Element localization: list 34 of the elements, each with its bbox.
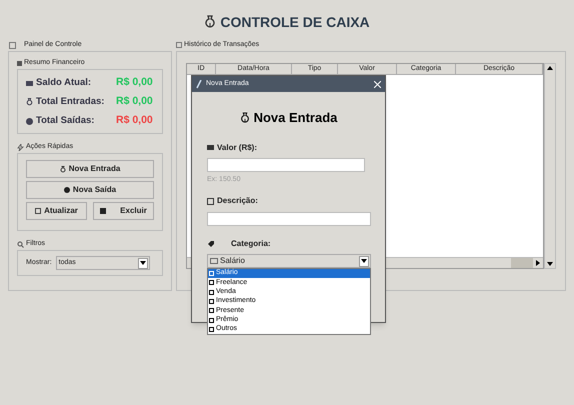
right-arrow-icon[interactable]	[536, 260, 540, 266]
money-bag-icon	[26, 98, 33, 106]
blob-icon	[64, 187, 70, 193]
money-bag-icon	[204, 15, 216, 29]
description-input-field[interactable]	[207, 212, 371, 226]
scrollbar-thumb[interactable]	[511, 258, 533, 268]
dialog-heading: Nova Entrada	[254, 109, 338, 127]
blob-icon	[26, 118, 33, 124]
field-label: Descrição:	[217, 195, 258, 207]
action-button[interactable]: Atualizar	[26, 202, 87, 220]
vertical-scrollbar[interactable]	[544, 63, 556, 269]
summary-label: Total Saídas:	[36, 114, 94, 128]
category-dropdown[interactable]: Salário	[207, 254, 371, 268]
money-bag-icon	[60, 166, 66, 172]
up-arrow-icon[interactable]	[547, 66, 553, 70]
field-label: Categoria:	[231, 238, 271, 250]
lightning-icon	[17, 144, 24, 150]
summary-value: R$ 0,00	[116, 94, 153, 110]
caret-icon	[138, 258, 148, 268]
tag-icon	[207, 240, 215, 248]
action-button[interactable]: Nova Entrada	[26, 160, 154, 178]
summary-value: R$ 0,00	[116, 113, 153, 128]
summary-label: Saldo Atual:	[36, 76, 92, 90]
value-input-field[interactable]	[207, 158, 365, 172]
action-button[interactable]: Excluir	[93, 202, 154, 220]
close-icon[interactable]	[374, 80, 381, 88]
search-icon	[17, 240, 24, 248]
money-bag-icon	[240, 112, 250, 124]
summary-label: Total Entradas:	[36, 94, 104, 109]
down-arrow-icon[interactable]	[547, 262, 553, 266]
app-title: CONTROLE DE CAIXA	[220, 12, 370, 32]
field-label: Valor (R$):	[217, 142, 258, 154]
summary-value: R$ 0,00	[116, 75, 153, 90]
action-button[interactable]: Nova Saída	[26, 181, 154, 199]
